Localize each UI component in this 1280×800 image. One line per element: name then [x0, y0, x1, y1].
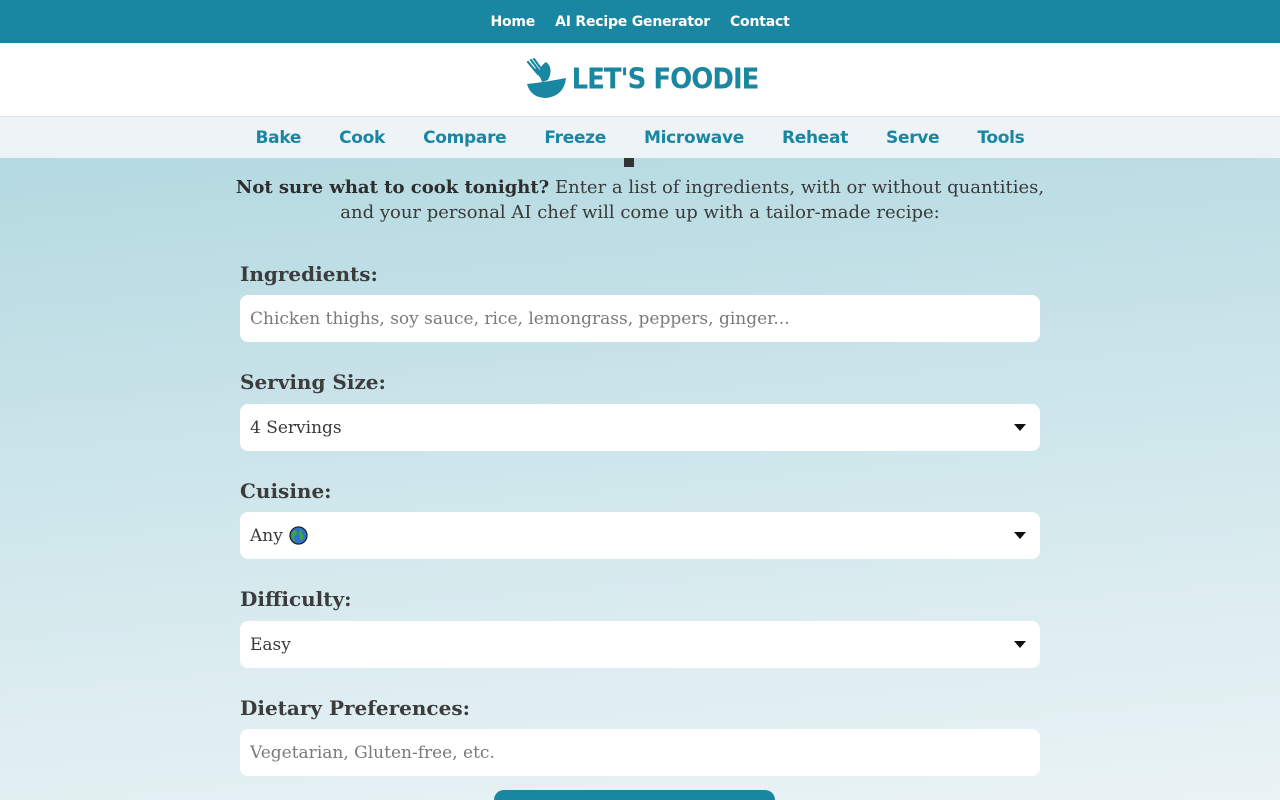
fork-bowl-icon: [526, 57, 566, 98]
chevron-down-icon: [1014, 641, 1026, 648]
intro-line-2: and your personal AI chef will come up w…: [340, 202, 940, 223]
cuisine-label: Cuisine:: [240, 479, 332, 503]
category-reheat-link[interactable]: Reheat: [782, 128, 848, 148]
difficulty-label: Difficulty:: [240, 587, 352, 611]
serving-size-select[interactable]: 4 Servings: [240, 404, 1040, 451]
ingredients-label: Ingredients:: [240, 262, 378, 286]
ingredients-input[interactable]: Chicken thighs, soy sauce, rice, lemongr…: [240, 295, 1040, 342]
category-compare-link[interactable]: Compare: [423, 128, 507, 148]
nav-contact-link[interactable]: Contact: [730, 14, 790, 30]
nav-ai-recipe-generator-link[interactable]: AI Recipe Generator: [555, 14, 710, 30]
globe-icon: [289, 526, 308, 545]
category-bake-link[interactable]: Bake: [256, 128, 302, 148]
category-cook-link[interactable]: Cook: [339, 128, 385, 148]
serving-size-label: Serving Size:: [240, 370, 386, 394]
difficulty-value: Easy: [250, 634, 291, 655]
ingredients-placeholder: Chicken thighs, soy sauce, rice, lemongr…: [250, 308, 790, 329]
top-navigation: Home AI Recipe Generator Contact: [0, 0, 1280, 43]
category-tools-link[interactable]: Tools: [977, 128, 1024, 148]
cuisine-value: Any: [250, 525, 283, 546]
serving-size-value: 4 Servings: [250, 417, 342, 438]
intro-line-1: Enter a list of ingredients, with or wit…: [549, 177, 1045, 198]
nav-home-link[interactable]: Home: [490, 14, 535, 30]
dietary-preferences-placeholder: Vegetarian, Gluten-free, etc.: [250, 742, 495, 763]
intro-text: Not sure what to cook tonight? Enter a l…: [220, 175, 1060, 225]
site-logo[interactable]: LET'S FOODIE: [522, 56, 759, 104]
dietary-preferences-input[interactable]: Vegetarian, Gluten-free, etc.: [240, 729, 1040, 776]
heading-fragment: [624, 158, 634, 167]
category-serve-link[interactable]: Serve: [886, 128, 940, 148]
chevron-down-icon: [1014, 532, 1026, 539]
difficulty-select[interactable]: Easy: [240, 621, 1040, 668]
header: LET'S FOODIE: [0, 43, 1280, 116]
logo-text: LET'S FOODIE: [571, 63, 760, 96]
dietary-preferences-label: Dietary Preferences:: [240, 696, 470, 720]
cuisine-select[interactable]: Any: [240, 512, 1040, 559]
category-navigation: Bake Cook Compare Freeze Microwave Rehea…: [0, 116, 1280, 158]
intro-bold: Not sure what to cook tonight?: [235, 177, 550, 198]
category-freeze-link[interactable]: Freeze: [544, 128, 606, 148]
category-microwave-link[interactable]: Microwave: [644, 128, 744, 148]
chevron-down-icon: [1014, 424, 1026, 431]
generate-recipe-button[interactable]: [494, 790, 775, 800]
